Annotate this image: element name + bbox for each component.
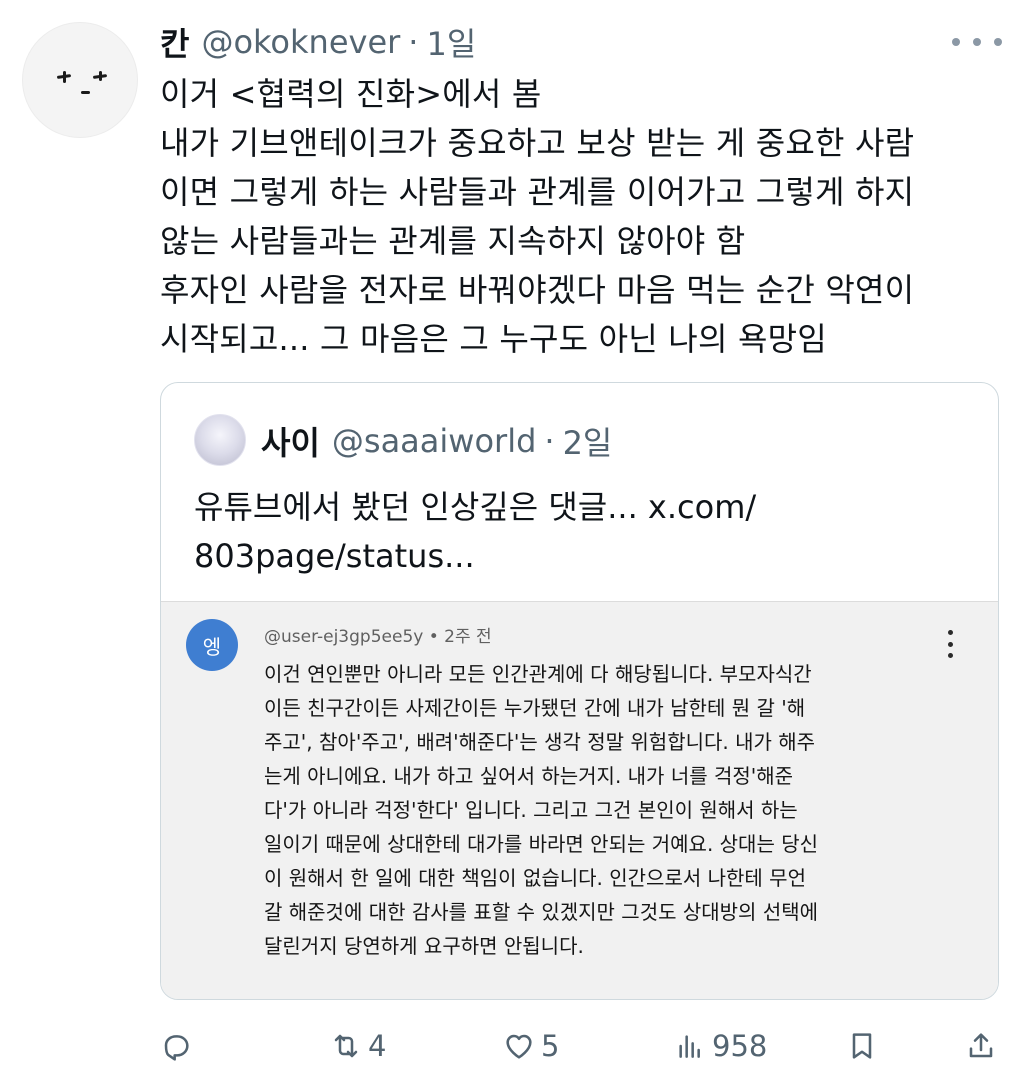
comment-line: 이든 친구간이든 사제간이든 누가됐던 간에 내가 남한테 뭔 갈 '해 [264, 696, 806, 720]
author-name[interactable]: 칸 [160, 19, 189, 65]
comment-line: 주고', 참아'주고', 배려'해준다'는 생각 정말 위험합니다. 내가 해주 [264, 730, 816, 754]
comment-line: 는게 아니에요. 내가 하고 싶어서 하는거지. 내가 너를 걱정'해준 [264, 764, 794, 788]
quoted-tweet-text: 유튜브에서 봤던 인상깊은 댓글... x.com/ 803page/statu… [194, 483, 984, 581]
quoted-line: 803page/status... [194, 537, 475, 575]
avatar-mouth [81, 91, 90, 94]
comment-text: 이건 연인뿐만 아니라 모든 인간관계에 다 해당됩니다. 부모자식간 이든 친… [264, 657, 984, 963]
retweet-button[interactable]: 4 [330, 1024, 386, 1068]
quoted-author-handle: @saaaiworld [331, 422, 537, 460]
tweet-line: 시작되고... 그 마음은 그 누구도 아닌 나의 욕망임 [160, 320, 827, 358]
quoted-tweet-card[interactable]: 사이 @saaaiworld · 2일 유튜브에서 봤던 인상깊은 댓글... … [160, 382, 999, 1000]
author-avatar[interactable] [22, 22, 138, 138]
like-count: 5 [541, 1029, 560, 1063]
reply-icon [164, 1035, 189, 1061]
tweet-line: 이거 <협력의 진화>에서 봄 [160, 75, 542, 113]
tweet-line: 않는 사람들과는 관계를 지속하지 않아야 함 [160, 222, 746, 260]
bookmark-icon [852, 1033, 872, 1059]
view-count: 958 [712, 1029, 768, 1063]
tweet-line: 이면 그렇게 하는 사람들과 관계를 이어가고 그렇게 하지 [160, 173, 915, 211]
comment-meta: @user-ej3gp5ee5y • 2주 전 [264, 627, 492, 647]
comment-line: 달린거지 당연하게 요구하면 안됩니다. [264, 934, 584, 958]
views-icon [679, 1035, 700, 1058]
quoted-tweet-time: 2일 [562, 424, 613, 462]
tweet-time[interactable]: 1일 [426, 19, 476, 65]
retweet-icon [334, 1034, 358, 1058]
author-handle[interactable]: @okoknever [201, 23, 400, 61]
comment-line: 이건 연인뿐만 아니라 모든 인간관계에 다 해당됩니다. 부모자식간 [264, 662, 812, 686]
like-icon [506, 1034, 532, 1059]
share-icon [969, 1033, 993, 1058]
comment-line: 갈 해준것에 대한 감사를 표할 수 있겠지만 그것도 상대방의 선택에 [264, 900, 819, 924]
quoted-image-youtube-comment[interactable]: 엥 @user-ej3gp5ee5y • 2주 전 이건 연인뿐만 아니라 모든… [161, 601, 998, 999]
avatar-eye-right-mark [99, 71, 102, 81]
tweet-header: 칸 @okoknever · 1일 [160, 20, 476, 64]
avatar-eye-left-mark [63, 71, 66, 83]
more-icon[interactable] [952, 28, 1002, 56]
comment-line: 다'가 아니라 걱정'한다' 입니다. 그리고 그건 본인이 원해서 하는 [264, 798, 798, 822]
quoted-tweet-header: 사이 @saaaiworld · 2일 [261, 419, 612, 463]
comment-line: 이 원해서 한 일에 대한 책임이 없습니다. 인간으로서 나한테 무언 [264, 866, 806, 890]
quoted-author-name: 사이 [261, 424, 320, 462]
tweet-text: 이거 <협력의 진화>에서 봄 내가 기브앤테이크가 중요하고 보상 받는 게 … [160, 70, 1010, 364]
retweet-count: 4 [368, 1029, 387, 1063]
tweet-line: 후자인 사람을 전자로 바꿔야겠다 마음 먹는 순간 악연이 [160, 271, 915, 309]
share-button[interactable] [965, 1024, 997, 1068]
quoted-author-avatar [194, 414, 246, 466]
comment-line: 일이기 때문에 상대한테 대가를 바라면 안되는 거예요. 상대는 당신 [264, 832, 819, 856]
quoted-line: 유튜브에서 봤던 인상깊은 댓글... x.com/ [194, 488, 757, 526]
views-button[interactable]: 958 [674, 1024, 767, 1068]
reply-button[interactable] [160, 1024, 198, 1068]
commenter-avatar: 엥 [186, 619, 238, 671]
like-button[interactable]: 5 [503, 1024, 559, 1068]
tweet-line: 내가 기브앤테이크가 중요하고 보상 받는 게 중요한 사람 [160, 124, 915, 162]
header-separator: · [408, 23, 419, 61]
quoted-header-separator: · [544, 422, 555, 460]
kebab-icon [946, 630, 954, 658]
tweet-action-bar: 4 5 958 [160, 1024, 1000, 1068]
bookmark-button[interactable] [846, 1024, 878, 1068]
